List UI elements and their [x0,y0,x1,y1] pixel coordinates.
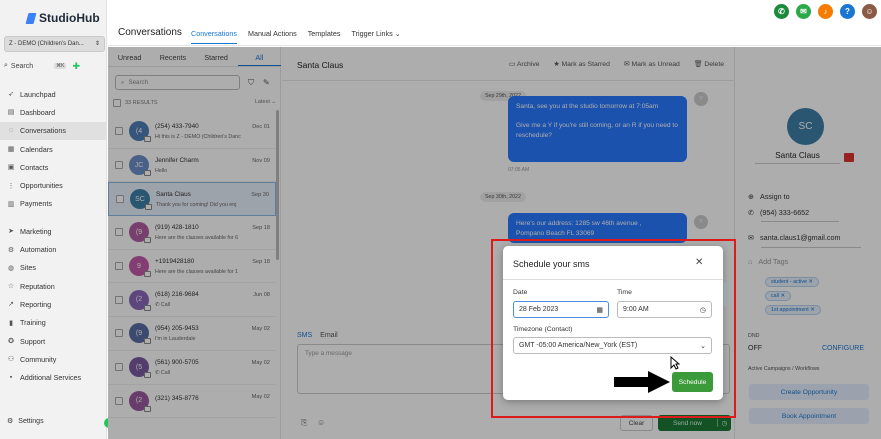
chevron-down-icon: ⌄ [700,342,706,350]
send-icon: ➤ [8,228,14,236]
sidebar-item-conversations[interactable]: ◌ Conversations [0,121,106,140]
timezone-label: Timezone (Contact) [513,326,573,333]
sidebar-item-automation[interactable]: ⚙ Automation [0,240,106,258]
schedule-button[interactable]: Schedule [672,372,713,392]
sidebar-nav: ➶ Launchpad ▤ Dashboard ◌ Conversations ▦ Calen… [0,85,106,387]
sidebar-item-community[interactable]: ⚇ Community [0,350,106,368]
calendar-icon: ▦ [596,306,603,314]
automation-icon: ⚙ [7,246,15,254]
bell-icon[interactable]: ♪ [818,4,833,19]
close-icon[interactable]: ✕ [695,257,703,268]
support-icon: ✪ [8,338,14,345]
star-icon: ☆ [7,283,15,291]
services-icon: ▪ [9,374,13,382]
sidebar-item-reporting[interactable]: ↗ Reporting [0,295,106,313]
opportunities-icon: ⋮ [7,182,15,190]
sidebar-search[interactable]: ⌕ Search ⌘K ✚ [4,60,102,72]
rocket-icon: ➶ [8,91,14,99]
chevron-updown-icon: ⇕ [94,41,100,47]
date-label: Date [513,289,528,296]
mouse-cursor-icon [670,356,680,370]
modal-scrollbar[interactable] [724,282,727,306]
page-title: Conversations [118,27,182,38]
top-tabs: Conversations Manual Actions Templates Trig… [191,29,401,44]
payments-icon: ▥ [7,200,15,208]
nav-separator [0,213,106,222]
sidebar-item-marketing[interactable]: ➤ Marketing [0,222,106,240]
book-icon: ▮ [9,319,13,327]
clock-icon: ◷ [699,306,706,314]
search-icon: ⌕ [4,62,8,69]
gear-icon: ⚙ [7,418,14,425]
top-bar: Conversations Conversations Manual Action… [108,0,881,46]
profile-avatar[interactable]: ☺ [862,4,877,19]
sidebar-item-launchpad[interactable]: ➶ Launchpad [0,85,106,103]
sidebar-item-support[interactable]: ✪ Support [0,332,106,350]
date-field[interactable]: 28 Feb 2023 ▦ [513,301,609,318]
sidebar-item-sites[interactable]: ◍ Sites [0,259,106,277]
sidebar-item-additional-services[interactable]: ▪ Additional Services [0,368,106,386]
tab-templates[interactable]: Templates [308,29,341,44]
chat-bubble-icon[interactable]: ✉ [796,4,811,19]
time-field[interactable]: 9:00 AM ◷ [617,301,712,318]
sidebar-item-dashboard[interactable]: ▤ Dashboard [0,103,106,121]
sidebar-item-reputation[interactable]: ☆ Reputation [0,277,106,295]
tab-manual-actions[interactable]: Manual Actions [248,29,297,44]
sidebar-item-payments[interactable]: ▥ Payments [0,195,106,213]
calendar-icon: ▦ [7,146,15,154]
chart-icon: ↗ [8,301,14,309]
pointer-arrow-icon [614,371,670,393]
brand-logo[interactable]: StudioHub [25,11,100,25]
top-icon-bar: ✆ ✉ ♪? ☺ [774,4,877,19]
sidebar-item-settings[interactable]: ⚙ Settings [7,417,44,426]
phone-icon[interactable]: ✆ [774,4,789,19]
chat-icon: ◌ [8,127,14,135]
help-icon[interactable]: ? [840,4,855,19]
shortcut-badge: ⌘K [54,63,67,69]
modal-title: Schedule your sms [513,259,590,269]
tab-trigger-links[interactable]: Trigger Links ⌄ [351,29,400,44]
community-icon: ⚇ [7,356,15,364]
sidebar: StudioHub Z - DEMO (Children's Dan... ⇕ ⌕… [0,0,107,439]
timezone-select[interactable]: GMT -05:00 America/New_York (EST) ⌄ [513,337,712,354]
logo-mark-icon [25,12,37,24]
time-label: Time [617,289,632,296]
globe-icon: ◍ [7,264,15,272]
quick-add-icon[interactable]: ✚ [72,61,80,72]
sidebar-item-opportunities[interactable]: ⋮ Opportunities [0,176,106,194]
sidebar-item-contacts[interactable]: ▣ Contacts [0,158,106,176]
divider [503,279,723,280]
dashboard-icon: ▤ [7,109,15,117]
tab-conversations[interactable]: Conversations [191,29,237,44]
contacts-icon: ▣ [7,164,15,172]
schedule-sms-modal: Schedule your sms ✕ Date 28 Feb 2023 ▦ Ti… [503,246,723,400]
sidebar-item-calendars[interactable]: ▦ Calendars [0,140,106,158]
account-switcher[interactable]: Z - DEMO (Children's Dan... ⇕ [4,36,105,52]
sidebar-item-training[interactable]: ▮ Training [0,314,106,332]
